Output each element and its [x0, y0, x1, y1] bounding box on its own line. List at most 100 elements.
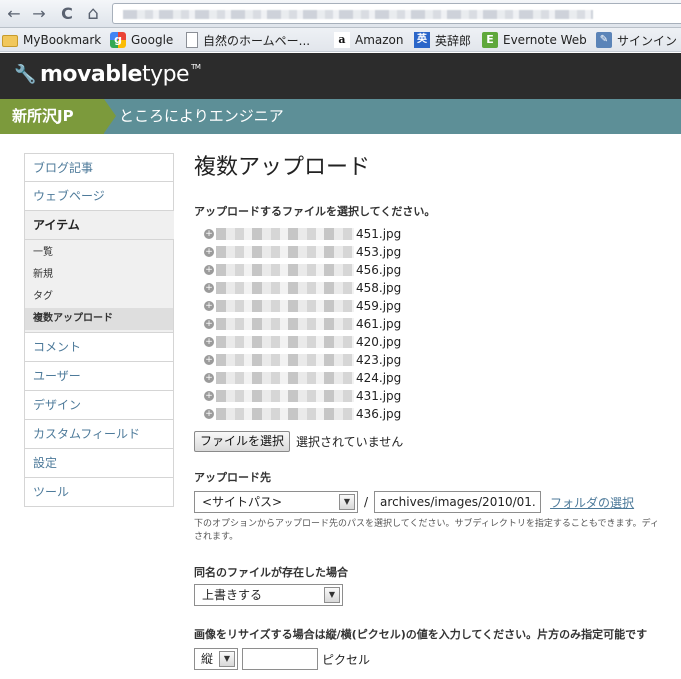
remove-icon[interactable]: +	[204, 355, 214, 365]
site-name[interactable]: 新所沢JP	[0, 99, 116, 134]
bookmark-label: 英辞郎	[435, 33, 472, 48]
submenu-item-multi-upload[interactable]: 複数アップロード	[25, 308, 173, 330]
file-name: 424.jpg	[356, 371, 402, 385]
eijiro-icon: 英	[414, 32, 430, 48]
sidebar-item-users[interactable]: ユーザー	[24, 362, 174, 391]
sidebar-item-tools[interactable]: ツール	[24, 478, 174, 507]
resize-value-input[interactable]	[242, 648, 318, 670]
file-name: 423.jpg	[356, 353, 402, 367]
folder-icon	[2, 35, 18, 47]
file-row: +451.jpg	[204, 225, 681, 243]
blurred-filename	[216, 408, 354, 420]
file-name: 453.jpg	[356, 245, 402, 259]
submenu-item-new[interactable]: 新規	[25, 264, 173, 286]
remove-icon[interactable]: +	[204, 409, 214, 419]
remove-icon[interactable]: +	[204, 337, 214, 347]
pixel-unit-label: ピクセル	[322, 652, 371, 667]
blog-name[interactable]: ところによりエンジニア	[119, 99, 284, 134]
bookmark-signin[interactable]: ✎ サインイン	[596, 31, 677, 49]
movabletype-logo[interactable]: 🔧 movable type TM	[14, 62, 201, 87]
bookmark-label: 自然のホームペー...	[203, 33, 311, 48]
sidebar-item-custom-fields[interactable]: カスタムフィールド	[24, 420, 174, 449]
bookmark-eijiro[interactable]: 英 英辞郎	[414, 31, 471, 49]
main-content: 複数アップロード アップロードするファイルを選択してください。 +451.jpg…	[194, 153, 681, 670]
file-name: 451.jpg	[356, 227, 402, 241]
bookmark-amazon[interactable]: a Amazon	[334, 31, 404, 49]
submenu-item-tags[interactable]: タグ	[25, 286, 173, 308]
submenu-item-list[interactable]: 一覧	[25, 242, 173, 264]
home-icon[interactable]: ⌂	[83, 4, 103, 24]
remove-icon[interactable]: +	[204, 391, 214, 401]
remove-icon[interactable]: +	[204, 247, 214, 257]
file-name: 456.jpg	[356, 263, 402, 277]
remove-icon[interactable]: +	[204, 283, 214, 293]
destination-path-input[interactable]: archives/images/2010/01.	[374, 491, 542, 513]
exists-label: 同名のファイルが存在した場合	[194, 566, 348, 579]
remove-icon[interactable]: +	[204, 319, 214, 329]
bookmark-label: Amazon	[355, 33, 404, 47]
sidebar: ブログ記事 ウェブページ アイテム 一覧 新規 タグ 複数アップロード コメント…	[24, 153, 174, 507]
bookmark-google[interactable]: g Google	[110, 31, 173, 49]
browser-toolbar: ← → C ⌂	[0, 0, 681, 28]
bookmark-label: Evernote Web	[503, 33, 587, 47]
chevron-down-icon: ▼	[324, 587, 340, 603]
bookmark-mybookmark[interactable]: MyBookmark	[2, 31, 101, 49]
file-name: 461.jpg	[356, 317, 402, 331]
blurred-filename	[216, 354, 354, 366]
destination-label: アップロード先	[194, 471, 271, 484]
choose-file-button[interactable]: ファイルを選択	[194, 430, 291, 452]
wrench-icon: ✎	[596, 32, 612, 48]
file-list: +451.jpg +453.jpg +456.jpg +458.jpg +459…	[204, 225, 681, 423]
forward-icon[interactable]: →	[29, 4, 49, 24]
select-folder-link[interactable]: フォルダの選択	[550, 494, 634, 511]
bookmarks-bar: MyBookmark g Google 自然のホームペー... a Amazon…	[0, 28, 681, 52]
overwrite-select[interactable]: 上書きする ▼	[194, 584, 343, 606]
sidebar-item-entries[interactable]: ブログ記事	[24, 153, 174, 182]
evernote-icon: E	[482, 32, 498, 48]
bookmark-label: MyBookmark	[23, 33, 102, 47]
blurred-filename	[216, 372, 354, 384]
remove-icon[interactable]: +	[204, 301, 214, 311]
logo-tm: TM	[191, 62, 201, 71]
path-separator: /	[364, 495, 369, 509]
destination-select-value: <サイトパス>	[202, 495, 283, 509]
sidebar-item-comments[interactable]: コメント	[24, 333, 174, 362]
bookmark-label: Google	[131, 33, 174, 47]
file-row: +459.jpg	[204, 297, 681, 315]
chevron-down-icon: ▼	[219, 651, 235, 667]
address-bar[interactable]	[112, 3, 681, 24]
file-status: 選択されていません	[296, 434, 404, 449]
remove-icon[interactable]: +	[204, 373, 214, 383]
select-files-label: アップロードするファイルを選択してください。	[194, 205, 436, 218]
blurred-filename	[216, 318, 354, 330]
resize-dimension-select[interactable]: 縦 ▼	[194, 648, 238, 670]
blurred-filename	[216, 246, 354, 258]
sidebar-item-assets[interactable]: アイテム	[24, 211, 174, 240]
sidebar-item-pages[interactable]: ウェブページ	[24, 182, 174, 211]
sidebar-item-settings[interactable]: 設定	[24, 449, 174, 478]
address-blurred	[123, 10, 593, 19]
exists-row: 上書きする ▼	[194, 584, 681, 606]
bookmark-nature[interactable]: 自然のホームペー...	[186, 31, 310, 49]
bookmark-evernote[interactable]: E Evernote Web	[482, 31, 587, 49]
chevron-down-icon: ▼	[339, 494, 355, 510]
google-icon: g	[110, 32, 126, 48]
sidebar-item-design[interactable]: デザイン	[24, 391, 174, 420]
remove-icon[interactable]: +	[204, 229, 214, 239]
destination-select[interactable]: <サイトパス> ▼	[194, 491, 358, 513]
file-row: +436.jpg	[204, 405, 681, 423]
app-header: 🔧 movable type TM	[0, 53, 681, 99]
remove-icon[interactable]: +	[204, 265, 214, 275]
blurred-filename	[216, 228, 354, 240]
destination-hint: 下のオプションからアップロード先のパスを選択してください。サブディレクトリを指定…	[194, 519, 659, 542]
logo-light: type	[141, 62, 190, 87]
logo-bold: movable	[40, 62, 142, 87]
sidebar-item-label: アイテム	[33, 218, 80, 232]
page-icon	[186, 32, 198, 48]
file-row: +431.jpg	[204, 387, 681, 405]
reload-icon[interactable]: C	[57, 4, 77, 24]
destination-row: <サイトパス> ▼ / archives/images/2010/01. フォル…	[194, 491, 681, 513]
back-icon[interactable]: ←	[4, 4, 24, 24]
file-input: ファイルを選択 選択されていません	[194, 429, 681, 453]
assets-submenu: 一覧 新規 タグ 複数アップロード	[24, 240, 174, 333]
